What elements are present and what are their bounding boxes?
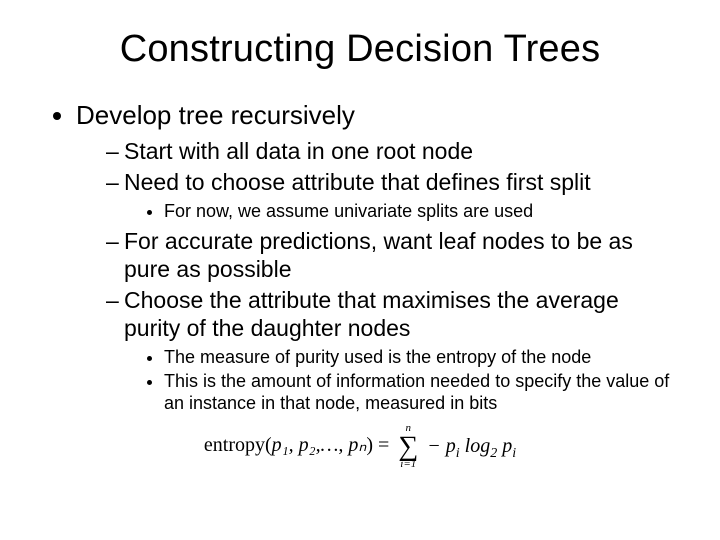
bullet-list-level2: Start with all data in one root node Nee… [76,138,680,415]
bullet-text: The measure of purity used is the entrop… [164,347,591,367]
bullet-l2-item: Choose the attribute that maximises the … [106,287,680,414]
bullet-text: Develop tree recursively [76,100,355,130]
bullet-list-level3: For now, we assume univariate splits are… [124,201,680,223]
formula-sub: i [512,446,516,461]
bullet-l3-item: The measure of purity used is the entrop… [164,347,680,369]
slide-title: Constructing Decision Trees [40,28,680,71]
formula-close-paren: ) [366,435,373,457]
sigma-icon: ∑ [398,434,418,459]
bullet-text: Start with all data in one root node [124,138,473,164]
summation-symbol: n ∑ i=1 [398,424,418,469]
bullet-l3-item: This is the amount of information needed… [164,371,680,414]
bullet-list-level1: Develop tree recursively Start with all … [48,99,680,414]
formula-part: − p [427,435,456,457]
bullet-text: This is the amount of information needed… [164,371,669,413]
entropy-formula: entropy(p₁, p₂,…, pₙ) = n ∑ i=1 − pi log… [40,424,680,469]
bullet-l3-item: For now, we assume univariate splits are… [164,201,680,223]
bullet-text: Need to choose attribute that defines fi… [124,169,591,195]
formula-function-name: entropy [204,435,265,457]
bullet-text: For accurate predictions, want leaf node… [124,228,633,282]
formula-term: − pi log2 pi [427,435,516,457]
sum-lower-bound: i=1 [398,460,418,470]
bullet-text: For now, we assume univariate splits are… [164,201,533,221]
bullet-l2-item: For accurate predictions, want leaf node… [106,228,680,283]
bullet-l2-item: Need to choose attribute that defines fi… [106,169,680,222]
formula-part: log [460,435,491,457]
slide: Constructing Decision Trees Develop tree… [0,0,720,540]
formula-open-paren: ( [265,435,272,457]
bullet-l1-item: Develop tree recursively Start with all … [76,99,680,414]
formula-part: p [497,435,512,457]
formula-args: p₁, p₂,…, pₙ [272,435,367,457]
bullet-list-level3: The measure of purity used is the entrop… [124,347,680,415]
bullet-text: Choose the attribute that maximises the … [124,287,619,341]
bullet-l2-item: Start with all data in one root node [106,138,680,166]
formula-equals: = [378,435,394,457]
